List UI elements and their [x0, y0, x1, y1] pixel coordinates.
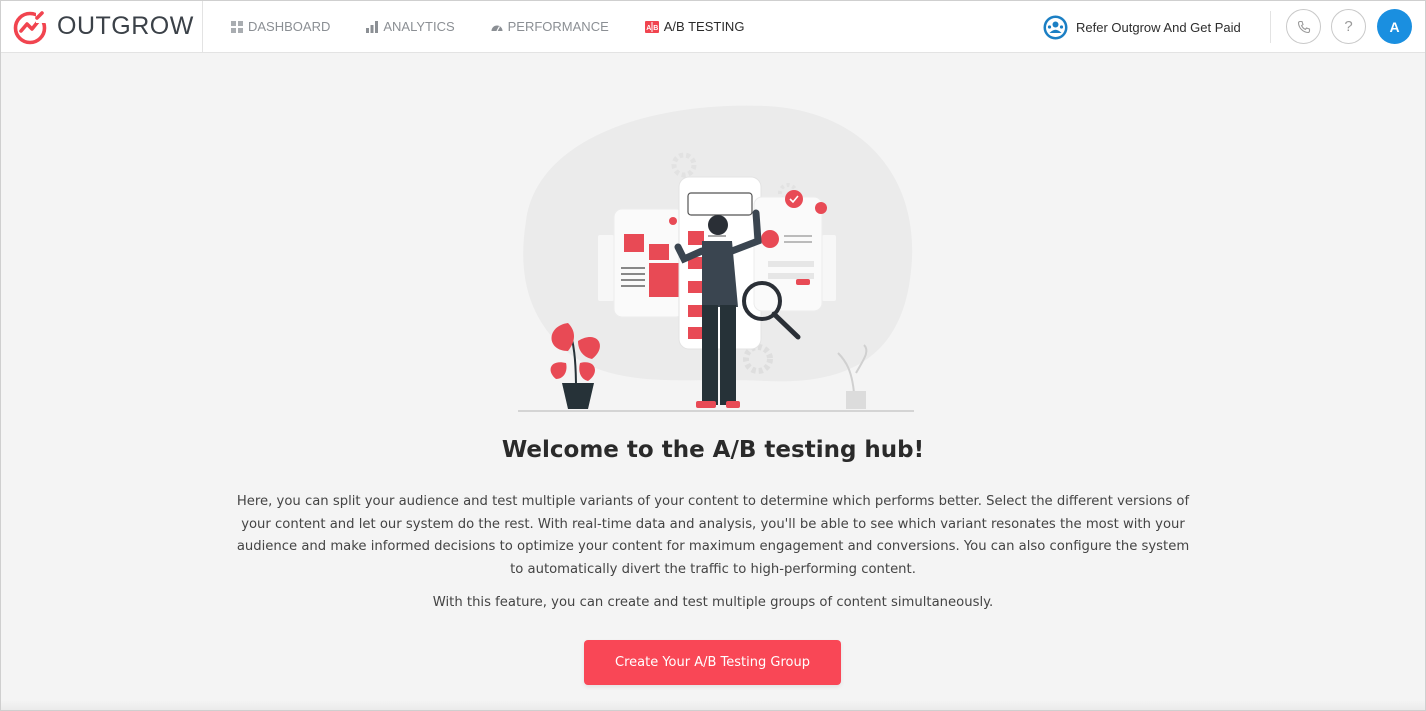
create-ab-testing-group-button[interactable]: Create Your A/B Testing Group: [584, 640, 841, 685]
bottom-fade: [1, 700, 1425, 710]
bar-chart-icon: [366, 20, 379, 33]
outgrow-logo-icon: [13, 10, 48, 44]
feature-description: Here, you can split your audience and te…: [236, 494, 1190, 577]
feature-description-secondary: With this feature, you can create and te…: [432, 595, 994, 610]
nav-label: DASHBOARD: [248, 19, 331, 34]
nav-item-performance[interactable]: PERFORMANCE: [491, 19, 609, 34]
user-avatar[interactable]: A: [1377, 9, 1412, 44]
nav-label: A/B TESTING: [663, 19, 745, 34]
refer-link[interactable]: Refer Outgrow And Get Paid: [1043, 13, 1241, 41]
nav-item-ab-testing[interactable]: A B A/B TESTING: [644, 19, 745, 34]
svg-text:A: A: [646, 25, 651, 32]
gauge-icon: [491, 25, 503, 31]
nav-label: ANALYTICS: [383, 19, 455, 34]
phone-button[interactable]: [1286, 9, 1321, 44]
nav-item-analytics[interactable]: ANALYTICS: [366, 19, 455, 34]
help-button[interactable]: ?: [1331, 9, 1366, 44]
svg-text:B: B: [653, 25, 658, 32]
refer-user-icon: [1043, 15, 1068, 39]
page-title: Welcome to the A/B testing hub!: [501, 437, 925, 463]
header-divider: [1270, 11, 1271, 43]
top-navigation-bar: OUTGROW DASHBOARD ANALYTICS PERFORMANCE: [1, 0, 1425, 53]
ab-testing-icon: A B: [644, 20, 659, 33]
brand-logo[interactable]: OUTGROW: [1, 0, 203, 53]
grid-icon: [231, 20, 243, 33]
brand-name: OUTGROW: [57, 12, 194, 40]
ab-testing-illustration: [518, 105, 914, 412]
nav-label: PERFORMANCE: [507, 19, 609, 34]
help-icon: ?: [1344, 18, 1353, 35]
main-nav: DASHBOARD ANALYTICS PERFORMANCE A B A/B: [203, 1, 780, 53]
phone-icon: [1297, 20, 1310, 33]
refer-label: Refer Outgrow And Get Paid: [1076, 19, 1241, 35]
nav-item-dashboard[interactable]: DASHBOARD: [231, 19, 330, 34]
